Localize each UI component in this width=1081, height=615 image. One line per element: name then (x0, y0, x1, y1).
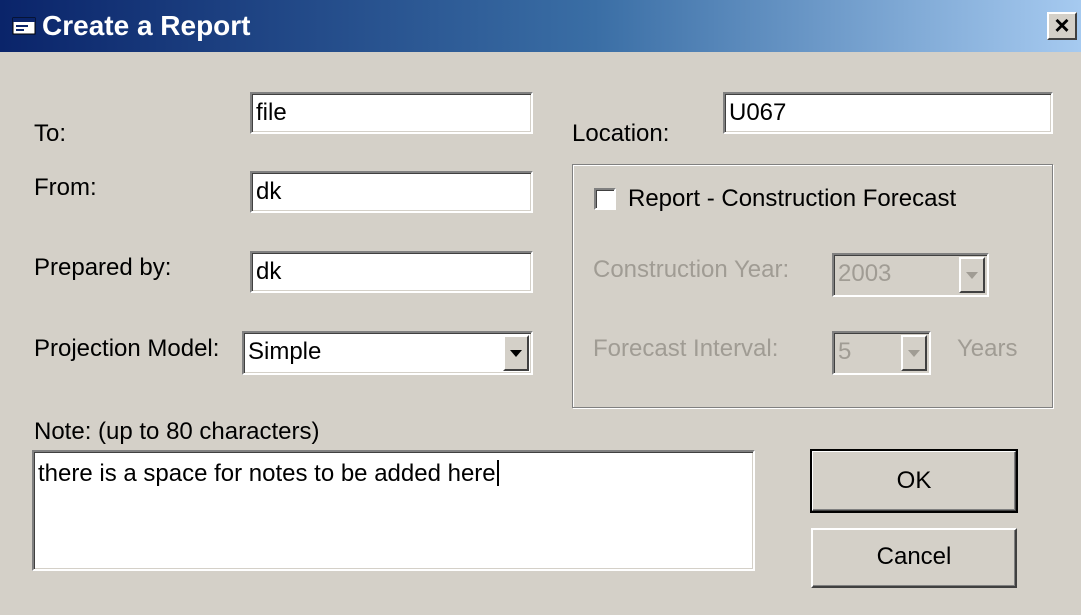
close-icon: × (1054, 10, 1070, 40)
construction-year-select[interactable]: 2003 (832, 253, 989, 297)
from-value: dk (256, 178, 282, 205)
note-label: Note: (up to 80 characters) (34, 418, 320, 445)
prepared-by-field[interactable]: dk (250, 251, 533, 293)
chevron-down-icon (966, 272, 978, 279)
note-textarea[interactable]: there is a space for notes to be added h… (32, 450, 755, 571)
projection-model-label: Projection Model: (34, 335, 220, 362)
ok-button[interactable]: OK (810, 449, 1018, 513)
title-bar[interactable]: Create a Report × (0, 0, 1081, 52)
app-window-icon (12, 17, 36, 35)
years-label: Years (957, 335, 1018, 362)
forecast-interval-select[interactable]: 5 (832, 331, 931, 375)
construction-year-label: Construction Year: (593, 256, 790, 283)
forecast-interval-label: Forecast Interval: (593, 335, 779, 362)
projection-model-select[interactable]: Simple (242, 331, 533, 375)
prepared-by-value: dk (256, 258, 282, 285)
note-value: there is a space for notes to be added h… (38, 460, 496, 487)
location-field[interactable]: U067 (723, 92, 1053, 134)
close-button[interactable]: × (1047, 12, 1077, 40)
to-value: file (256, 99, 287, 126)
location-label: Location: (572, 120, 670, 147)
to-field[interactable]: file (250, 92, 533, 134)
forecast-interval-dropdown-button[interactable] (901, 335, 927, 371)
construction-forecast-checkbox-label[interactable]: Report - Construction Forecast (628, 185, 956, 213)
from-label: From: (34, 174, 97, 201)
construction-forecast-checkbox[interactable] (594, 188, 616, 210)
from-field[interactable]: dk (250, 171, 533, 213)
forecast-interval-value: 5 (838, 338, 852, 365)
chevron-down-icon (908, 350, 920, 357)
projection-model-dropdown-button[interactable] (503, 335, 529, 371)
projection-model-value: Simple (248, 338, 322, 365)
location-value: U067 (729, 99, 787, 126)
construction-year-value: 2003 (838, 260, 892, 287)
construction-year-dropdown-button[interactable] (959, 257, 985, 293)
cancel-button[interactable]: Cancel (811, 528, 1017, 588)
to-label: To: (34, 120, 67, 147)
text-cursor (496, 460, 499, 486)
window-title: Create a Report (42, 10, 251, 41)
chevron-down-icon (510, 350, 522, 357)
prepared-by-label: Prepared by: (34, 254, 172, 281)
